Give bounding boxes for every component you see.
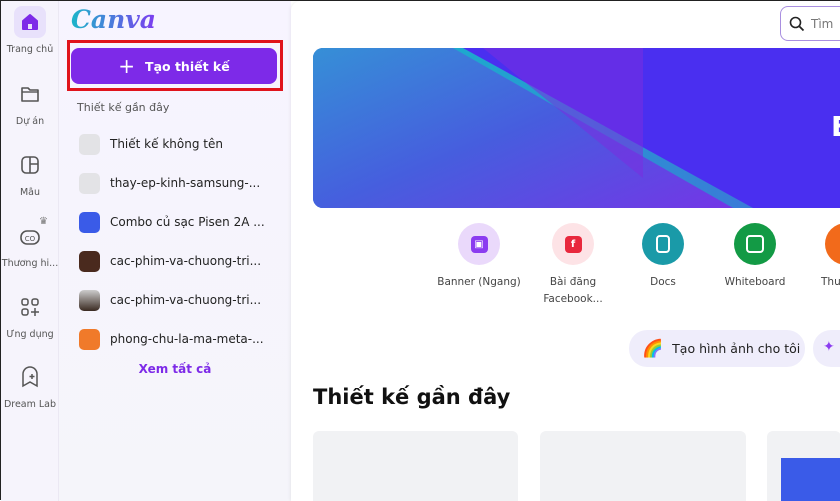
shortcut-docs[interactable]: Docs	[620, 223, 706, 291]
list-item[interactable]: thay-ep-kinh-samsung-...	[79, 171, 284, 195]
canva-logo: Canva	[71, 5, 156, 34]
design-card[interactable]	[540, 431, 746, 501]
banner-icon: ▣	[470, 235, 488, 253]
recent-designs-heading: Thiết kế gần đây	[313, 385, 511, 409]
rainbow-icon: 🌈	[642, 338, 664, 359]
presentation-icon	[825, 223, 840, 265]
docs-icon	[656, 235, 670, 253]
search-icon	[789, 16, 805, 31]
home-icon	[14, 6, 46, 38]
generate-image-chip[interactable]: 🌈 Tạo hình ảnh cho tôi	[629, 330, 805, 367]
rail-item-brand[interactable]: CO ♛ Thương hi...	[1, 216, 59, 269]
shortcut-more[interactable]: Thuy	[798, 223, 840, 291]
svg-text:CO: CO	[25, 235, 36, 243]
thumbnail	[79, 289, 100, 311]
see-all-link[interactable]: Xem tất cả	[59, 362, 291, 376]
thumbnail	[79, 211, 100, 233]
facebook-icon: f	[564, 235, 582, 253]
magic-chip[interactable]: ✦	[813, 330, 840, 367]
folder-icon	[14, 78, 46, 110]
list-item[interactable]: cac-phim-va-chuong-tri...	[79, 288, 284, 312]
thumbnail	[79, 172, 100, 194]
design-card[interactable]	[767, 431, 840, 501]
rail-item-projects[interactable]: Dự án	[1, 78, 59, 127]
rail-item-apps[interactable]: Ứng dụng	[1, 291, 59, 340]
side-panel: Canva + Tạo thiết kế Thiết kế gần đây Th…	[59, 1, 291, 501]
crown-icon: ♛	[39, 216, 48, 227]
rail-item-home[interactable]: Trang chủ	[1, 6, 59, 55]
list-item[interactable]: Thiết kế không tên	[79, 132, 284, 156]
thumbnail	[79, 250, 100, 272]
list-item[interactable]: phong-chu-la-ma-meta-...	[79, 327, 284, 351]
template-icon	[14, 149, 46, 181]
thumbnail	[781, 458, 840, 501]
thumbnail	[79, 133, 100, 155]
search-input[interactable]: Tìm	[780, 6, 840, 41]
plus-icon: +	[118, 54, 136, 78]
shortcut-facebook-post[interactable]: f Bài đăng Facebook...	[528, 223, 618, 308]
list-item[interactable]: cac-phim-va-chuong-tri...	[79, 249, 284, 273]
apps-icon	[14, 291, 46, 323]
whiteboard-icon	[746, 235, 764, 253]
rail-item-templates[interactable]: Mẫu	[1, 149, 59, 198]
shortcut-whiteboard[interactable]: Whiteboard	[712, 223, 798, 291]
hero-banner[interactable]: E	[313, 48, 840, 208]
rail-item-dream-lab[interactable]: Dream Lab	[1, 361, 59, 410]
recent-heading: Thiết kế gần đây	[77, 101, 170, 114]
design-card[interactable]	[313, 431, 518, 501]
magic-wand-icon: ✦	[823, 339, 835, 355]
side-rail: Trang chủ Dự án Mẫu CO ♛ Thương hi... Ứn…	[1, 1, 59, 501]
dream-lab-icon	[14, 361, 46, 393]
create-design-button[interactable]: + Tạo thiết kế	[71, 48, 277, 84]
main-content: Tìm E ▣ Banner (Ngang) f Bài đăng Facebo…	[291, 1, 840, 501]
list-item[interactable]: Combo củ sạc Pisen 2A ...	[79, 210, 284, 234]
thumbnail	[79, 328, 100, 350]
shortcut-banner[interactable]: ▣ Banner (Ngang)	[436, 223, 522, 291]
